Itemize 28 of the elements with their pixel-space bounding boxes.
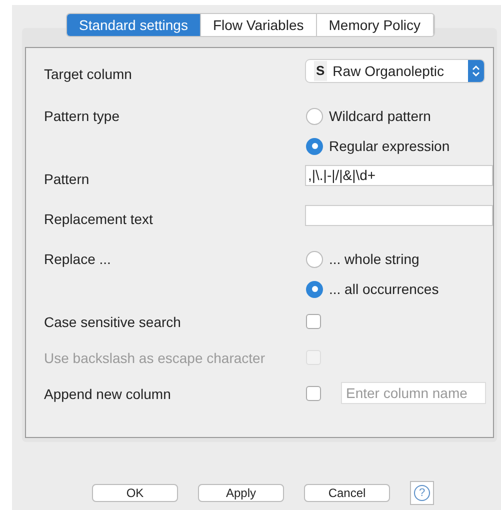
field-label: Append new column — [44, 385, 172, 404]
field-label: Target column — [44, 65, 133, 84]
text-field[interactable] — [305, 205, 493, 226]
dialog-button[interactable]: Cancel — [304, 484, 390, 502]
radio-label[interactable]: ... whole string — [329, 248, 420, 270]
radio-label[interactable]: Regular expression — [329, 136, 450, 156]
column-dropdown[interactable]: S Raw Organoleptic — [306, 60, 484, 82]
field-label: Case sensitive search — [44, 313, 182, 332]
column-name-field[interactable]: Enter column name — [341, 382, 486, 404]
radio-button[interactable] — [306, 280, 323, 298]
tab[interactable]: Standard settings — [67, 14, 201, 36]
stepper-arrows-icon — [468, 60, 484, 82]
field-label: Replace ... — [44, 250, 112, 269]
radio-label[interactable]: ... all occurrences — [329, 278, 439, 300]
radio-button[interactable] — [306, 250, 323, 268]
radio-button[interactable] — [306, 108, 323, 124]
field-label: Pattern — [44, 170, 90, 189]
type-badge: S — [314, 61, 327, 81]
checkbox[interactable] — [306, 386, 321, 401]
checkbox[interactable] — [306, 314, 321, 329]
radio-label[interactable]: Wildcard pattern — [329, 106, 431, 126]
radio-button[interactable] — [306, 138, 323, 154]
dialog-button[interactable]: Apply — [198, 484, 284, 502]
text-field[interactable]: ,|\.|-|/|&|\d+ — [305, 165, 493, 186]
dialog-button[interactable]: OK — [92, 484, 178, 502]
field-label: Replacement text — [44, 210, 154, 229]
field-label: Pattern type — [44, 107, 120, 126]
field-label: Use backslash as escape character — [44, 349, 266, 368]
